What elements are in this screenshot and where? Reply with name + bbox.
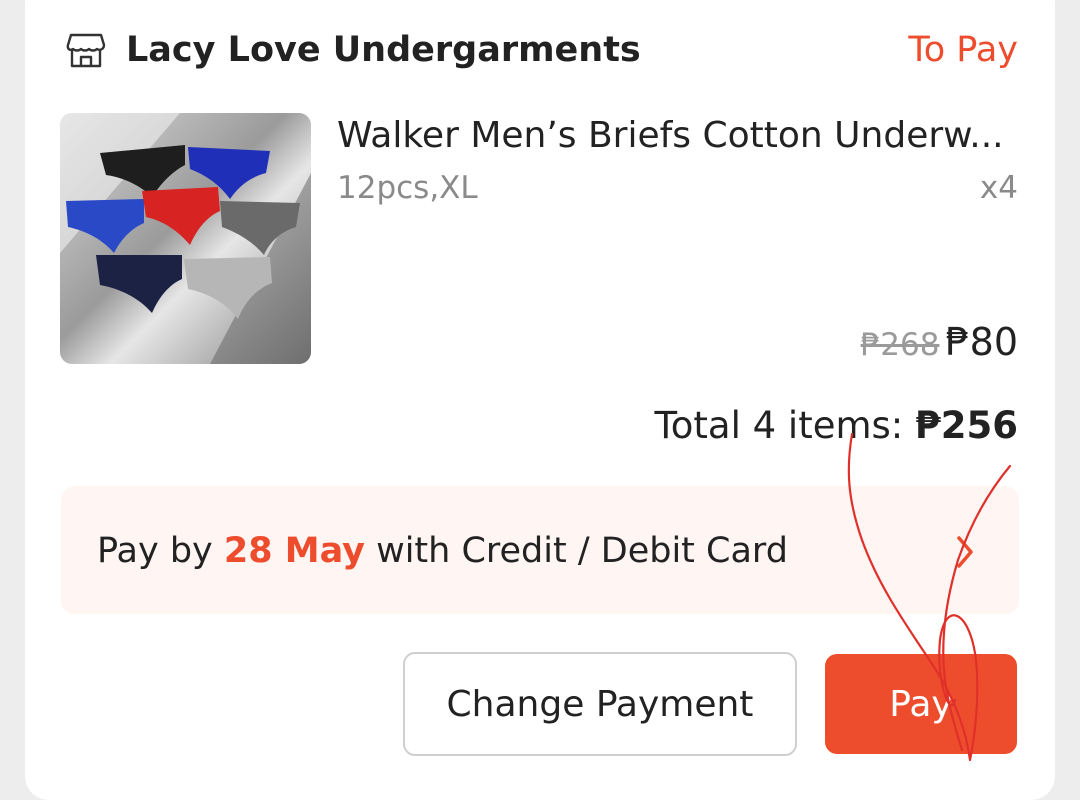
pay-button[interactable]: Pay (825, 654, 1017, 754)
payment-method: with Credit / Debit Card (364, 531, 788, 571)
current-price: ₱80 (945, 320, 1018, 364)
payment-due-date: 28 May (223, 531, 365, 571)
total-label: Total 4 items: (654, 404, 916, 447)
total-amount: ₱256 (915, 404, 1018, 447)
product-variation: 12pcs,XL (337, 170, 478, 206)
original-price: ₱268 (860, 327, 940, 363)
payment-prefix: Pay by (97, 531, 224, 571)
product-quantity: x4 (979, 170, 1018, 206)
order-status: To Pay (908, 30, 1018, 70)
shop-name[interactable]: Lacy Love Undergarments (126, 26, 641, 74)
product-title[interactable]: Walker Men’s Briefs Cotton Underw... (337, 112, 1027, 160)
change-payment-button[interactable]: Change Payment (403, 652, 797, 756)
store-icon (66, 31, 106, 69)
payment-deadline-text: Pay by 28 May with Credit / Debit Card (97, 526, 788, 576)
chevron-right-icon (955, 534, 975, 570)
order-total: Total 4 items: ₱256 (654, 400, 1018, 459)
payment-deadline-banner[interactable]: Pay by 28 May with Credit / Debit Card (61, 486, 1019, 614)
product-image[interactable] (60, 113, 311, 364)
price-row: ₱268 ₱80 (861, 317, 1018, 375)
